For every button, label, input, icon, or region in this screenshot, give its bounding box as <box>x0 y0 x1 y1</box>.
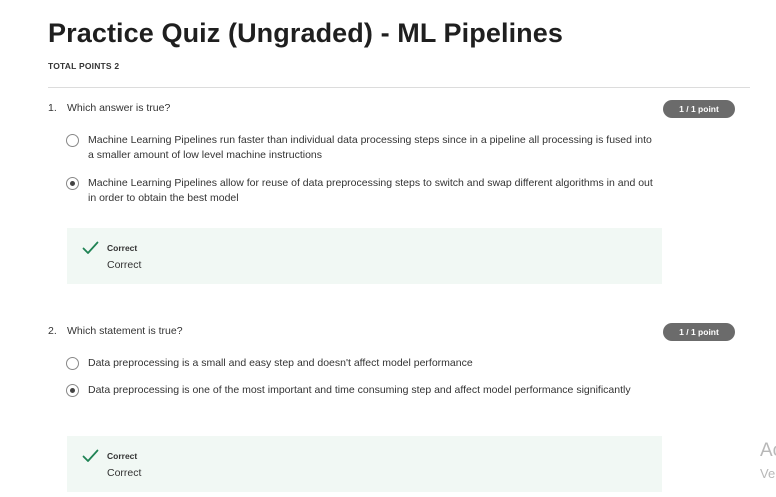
feedback-title: Correct <box>107 451 138 461</box>
question-number: 1. <box>48 102 57 114</box>
feedback-title: Correct <box>107 243 138 253</box>
points-badge: 1 / 1 point <box>663 100 735 118</box>
radio-button-selected[interactable] <box>66 177 79 190</box>
radio-button-selected[interactable] <box>66 384 79 397</box>
feedback-box: Correct Correct <box>67 436 662 492</box>
radio-button[interactable] <box>66 134 79 147</box>
feedback-text: Correct <box>107 259 142 271</box>
question-number: 2. <box>48 325 57 337</box>
question-text: Which answer is true? <box>67 102 171 114</box>
option-label: Machine Learning Pipelines run faster th… <box>88 134 652 161</box>
watermark-line-1: Ac <box>760 440 776 461</box>
quiz-page: Practice Quiz (Ungraded) - ML Pipelines … <box>0 0 776 497</box>
page-title: Practice Quiz (Ungraded) - ML Pipelines <box>48 18 564 48</box>
feedback-box: Correct Correct <box>67 228 662 284</box>
option-label: Data preprocessing is one of the most im… <box>88 384 631 396</box>
check-icon <box>82 241 99 254</box>
total-points: TOTAL POINTS 2 <box>48 61 120 71</box>
option-label: Data preprocessing is a small and easy s… <box>88 357 473 369</box>
points-badge: 1 / 1 point <box>663 323 735 341</box>
divider <box>48 87 750 88</box>
watermark-line-2: Ve <box>760 466 776 481</box>
question-text: Which statement is true? <box>67 325 183 337</box>
option-label: Machine Learning Pipelines allow for reu… <box>88 177 653 204</box>
check-icon <box>82 449 99 462</box>
radio-button[interactable] <box>66 357 79 370</box>
feedback-text: Correct <box>107 467 142 479</box>
